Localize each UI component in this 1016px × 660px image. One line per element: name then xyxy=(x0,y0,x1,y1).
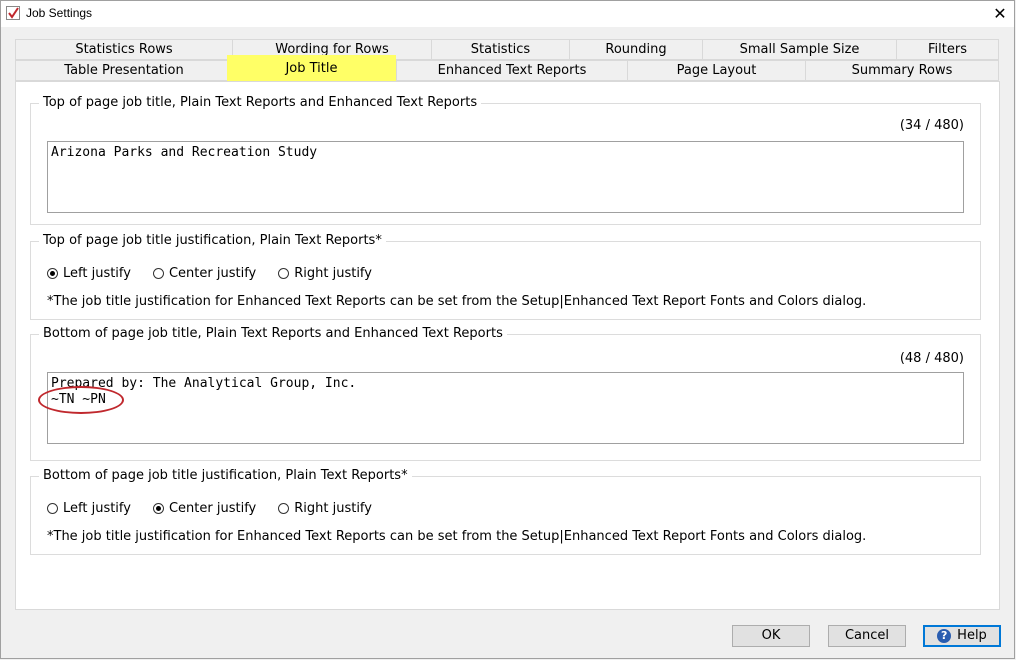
radio-icon xyxy=(278,268,290,279)
bottom-title-textarea[interactable]: Prepared by: The Analytical Group, Inc. ~… xyxy=(47,372,964,444)
tab-statistics[interactable]: Statistics xyxy=(431,39,570,60)
radio-icon xyxy=(278,503,290,514)
top-center-justify-radio[interactable]: Center justify xyxy=(152,266,256,281)
bottom-just-options: Left justify Center justify Right justif… xyxy=(47,501,394,516)
app-icon xyxy=(6,6,20,20)
bottom-left-justify-radio[interactable]: Left justify xyxy=(47,501,131,516)
radio-selected-icon xyxy=(152,503,164,514)
tab-strip: Statistics Rows Wording for Rows Statist… xyxy=(15,39,999,82)
tab-job-title[interactable]: Job Title xyxy=(227,55,396,82)
radio-icon xyxy=(47,503,58,514)
bottom-title-line-1: Prepared by: The Analytical Group, Inc. xyxy=(51,376,357,391)
tab-summary-rows[interactable]: Summary Rows xyxy=(805,60,999,81)
tab-enhanced-text-reports[interactable]: Enhanced Text Reports xyxy=(396,60,628,81)
cancel-button[interactable]: Cancel xyxy=(828,625,906,647)
tab-filters[interactable]: Filters xyxy=(896,39,999,60)
bottom-title-group: Bottom of page job title, Plain Text Rep… xyxy=(30,326,981,461)
tab-small-sample-size[interactable]: Small Sample Size xyxy=(702,39,897,60)
bottom-justification-group: Bottom of page job title justification, … xyxy=(30,468,981,555)
tab-statistics-rows[interactable]: Statistics Rows xyxy=(15,39,233,60)
top-just-note: *The job title justification for Enhance… xyxy=(47,294,867,309)
bottom-center-justify-radio[interactable]: Center justify xyxy=(152,501,256,516)
bottom-just-note: *The job title justification for Enhance… xyxy=(47,529,867,544)
bottom-right-justify-radio[interactable]: Right justify xyxy=(278,501,372,516)
top-title-legend: Top of page job title, Plain Text Report… xyxy=(39,95,482,110)
tab-rounding[interactable]: Rounding xyxy=(569,39,703,60)
top-title-group: Top of page job title, Plain Text Report… xyxy=(30,95,981,225)
top-left-justify-radio[interactable]: Left justify xyxy=(47,266,131,281)
top-just-legend: Top of page job title justification, Pla… xyxy=(39,233,386,248)
radio-icon xyxy=(152,268,164,279)
tab-table-presentation[interactable]: Table Presentation xyxy=(15,60,233,81)
title-bar: Job Settings ✕ xyxy=(1,1,1014,27)
help-icon: ? xyxy=(937,628,952,643)
tab-page-layout[interactable]: Page Layout xyxy=(627,60,806,81)
top-title-counter: (34 / 480) xyxy=(899,118,964,133)
top-justification-group: Top of page job title justification, Pla… xyxy=(30,233,981,320)
bottom-title-line-2: ~TN ~PN xyxy=(51,392,106,407)
help-button[interactable]: ? Help xyxy=(923,625,1001,647)
radio-selected-icon xyxy=(47,268,58,279)
help-button-label: Help xyxy=(957,628,987,643)
top-just-options: Left justify Center justify Right justif… xyxy=(47,266,394,281)
top-title-textarea[interactable]: Arizona Parks and Recreation Study xyxy=(47,141,964,213)
job-settings-dialog: Job Settings ✕ Statistics Rows Wording f… xyxy=(0,0,1015,659)
window-title: Job Settings xyxy=(26,6,93,20)
close-icon[interactable]: ✕ xyxy=(986,1,1014,27)
top-right-justify-radio[interactable]: Right justify xyxy=(278,266,372,281)
ok-button[interactable]: OK xyxy=(732,625,810,647)
top-title-text: Arizona Parks and Recreation Study xyxy=(51,145,318,160)
bottom-title-legend: Bottom of page job title, Plain Text Rep… xyxy=(39,326,507,341)
job-title-panel: Top of page job title, Plain Text Report… xyxy=(15,81,1000,610)
bottom-title-counter: (48 / 480) xyxy=(899,351,964,366)
bottom-just-legend: Bottom of page job title justification, … xyxy=(39,468,412,483)
